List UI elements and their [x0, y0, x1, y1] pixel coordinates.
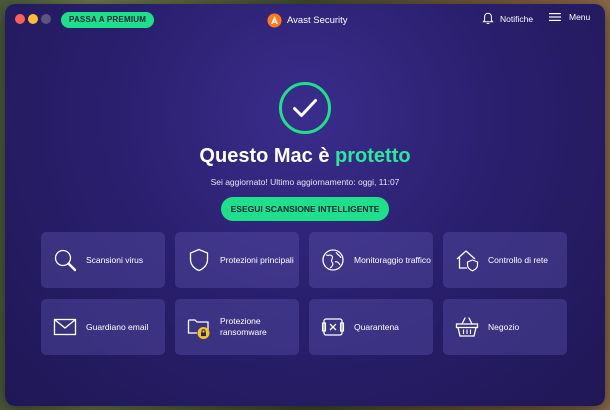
home-shield-icon: [456, 250, 479, 272]
app-window: PASSA A PREMIUM Avast Security Notifiche: [5, 4, 605, 406]
status-title-value: protetto: [335, 145, 411, 167]
avast-logo-icon: [267, 12, 282, 28]
menu-label: Menu: [569, 12, 591, 22]
tile-label: Protezioni principali: [220, 254, 294, 265]
title-bar: PASSA A PREMIUM Avast Security Notifiche: [5, 4, 605, 34]
basket-icon: [455, 317, 479, 337]
tile-label: Controllo di rete: [488, 254, 549, 265]
upgrade-premium-button[interactable]: PASSA A PREMIUM: [61, 12, 155, 28]
tile-label: Negozio: [488, 321, 520, 332]
app-brand: Avast Security: [267, 12, 348, 28]
tile-protezione-ransomware[interactable]: Protezione ransomware: [175, 299, 299, 355]
hamburger-icon: [549, 13, 561, 21]
tile-label: Quarantena: [354, 321, 399, 332]
tile-scansioni-virus[interactable]: Scansioni virus: [41, 232, 165, 288]
tile-label: Scansioni virus: [86, 254, 144, 265]
tile-controllo-di-rete[interactable]: Controllo di rete: [443, 232, 567, 288]
globe-icon: [322, 249, 344, 271]
smart-scan-button[interactable]: ESEGUI SCANSIONE INTELLIGENTE: [221, 197, 389, 221]
tile-label: Monitoraggio traffico: [354, 254, 431, 265]
envelope-icon: [53, 318, 77, 336]
tile-label: Protezione ransomware: [220, 316, 267, 337]
app-title: Avast Security: [287, 14, 348, 26]
tile-negozio[interactable]: Negozio: [443, 299, 567, 355]
tile-quarantena[interactable]: Quarantena: [309, 299, 433, 355]
menu-button[interactable]: Menu: [549, 12, 590, 22]
bell-icon: [482, 12, 494, 25]
close-window-button[interactable]: [15, 14, 25, 24]
notifications-button[interactable]: Notifiche: [482, 12, 533, 25]
update-status-text: Sei aggiornato! Ultimo aggiornamento: og…: [210, 177, 400, 187]
notifications-label: Notifiche: [500, 13, 534, 24]
zoom-window-button[interactable]: [41, 14, 51, 24]
protected-check-icon: [279, 82, 331, 134]
tile-monitoraggio-traffico[interactable]: Monitoraggio traffico: [309, 232, 433, 288]
status-title-prefix: Questo Mac è: [199, 145, 336, 167]
quarantine-box-icon: [321, 318, 345, 336]
minimize-window-button[interactable]: [28, 14, 38, 24]
protection-status-title: Questo Mac è protetto: [5, 145, 605, 168]
magnifier-icon: [54, 249, 77, 272]
tile-label: Guardiano email: [86, 321, 149, 332]
tile-guardiano-email[interactable]: Guardiano email: [41, 299, 165, 355]
folder-lock-icon: [187, 319, 210, 339]
shield-icon: [189, 248, 209, 272]
tile-protezioni-principali[interactable]: Protezioni principali: [175, 232, 299, 288]
